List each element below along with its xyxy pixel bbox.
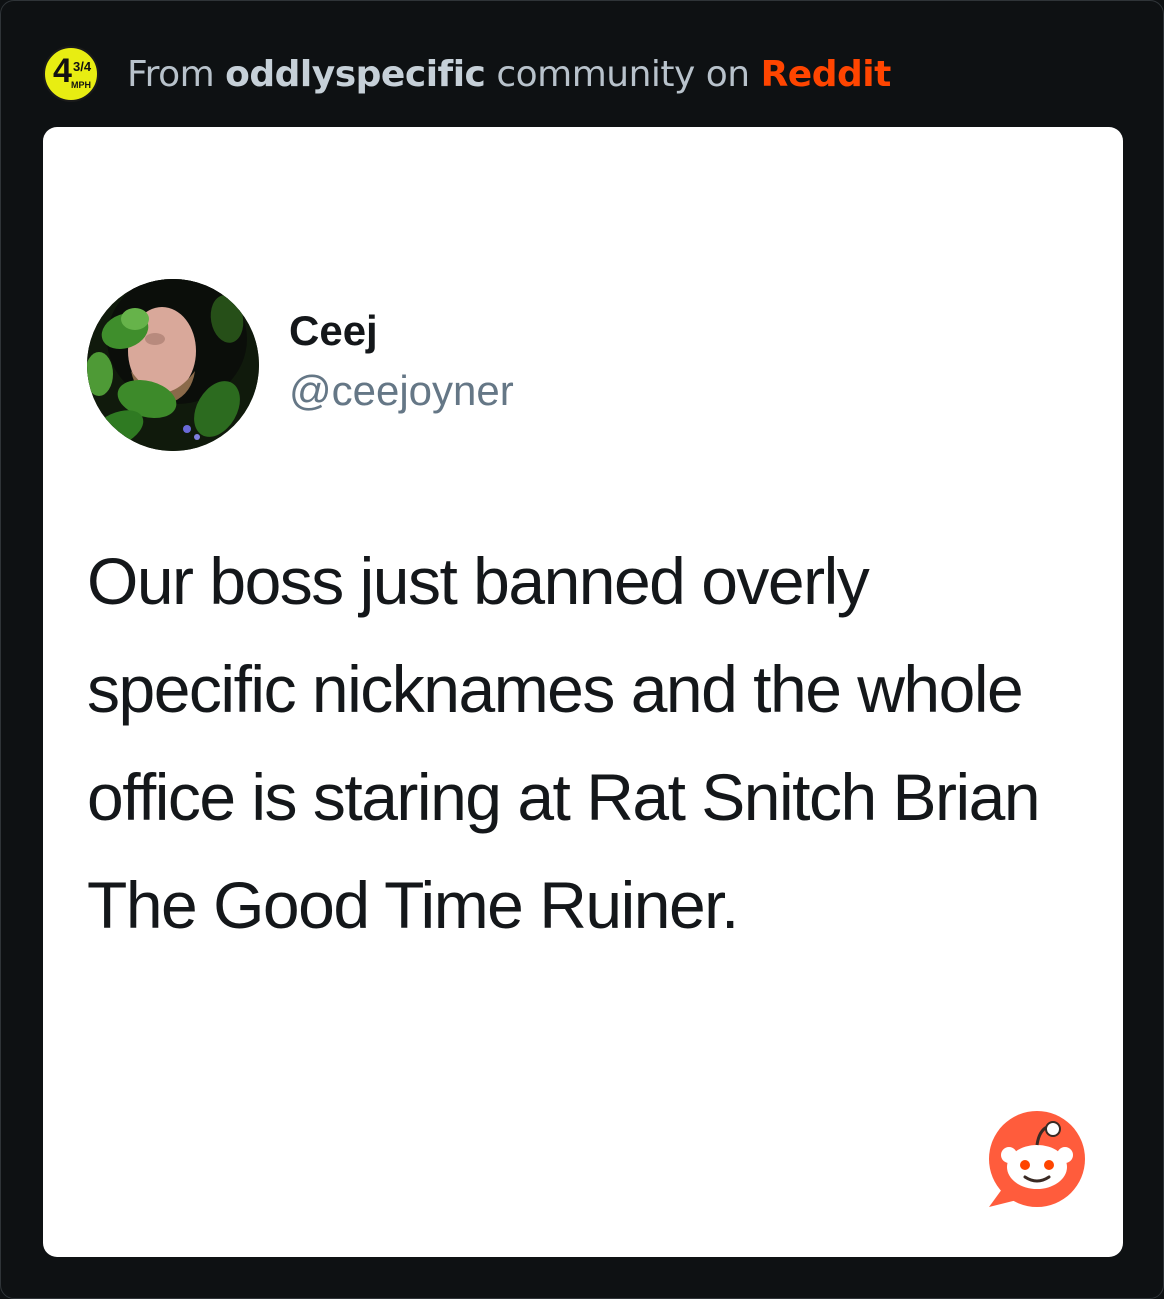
source-prefix: From (127, 53, 215, 95)
subreddit-icon-unit: MPH (71, 80, 91, 90)
post-card: Ceej @ceejoyner Our boss just banned ove… (43, 127, 1123, 1257)
post-frame: 4 3/4 MPH From oddlyspecific community o… (0, 0, 1164, 1299)
user-avatar[interactable] (87, 279, 259, 451)
post-text: Our boss just banned overly specific nic… (87, 544, 1041, 942)
avatar-photo-icon (87, 279, 259, 451)
subreddit-icon-fraction: 3/4 (73, 59, 92, 74)
user-display-name[interactable]: Ceej (289, 307, 378, 355)
subreddit-icon-number: 4 (53, 52, 72, 90)
community-link[interactable]: oddlyspecific (225, 54, 486, 95)
user-handle[interactable]: @ceejoyner (289, 367, 514, 415)
source-middle: community on (496, 53, 750, 95)
source-header: 4 3/4 MPH From oddlyspecific community o… (43, 43, 891, 105)
platform-link[interactable]: Reddit (761, 54, 892, 95)
source-line: From oddlyspecific community on Reddit (127, 54, 891, 95)
subreddit-icon[interactable]: 4 3/4 MPH (43, 46, 99, 102)
reddit-snoo-icon (981, 1109, 1087, 1215)
